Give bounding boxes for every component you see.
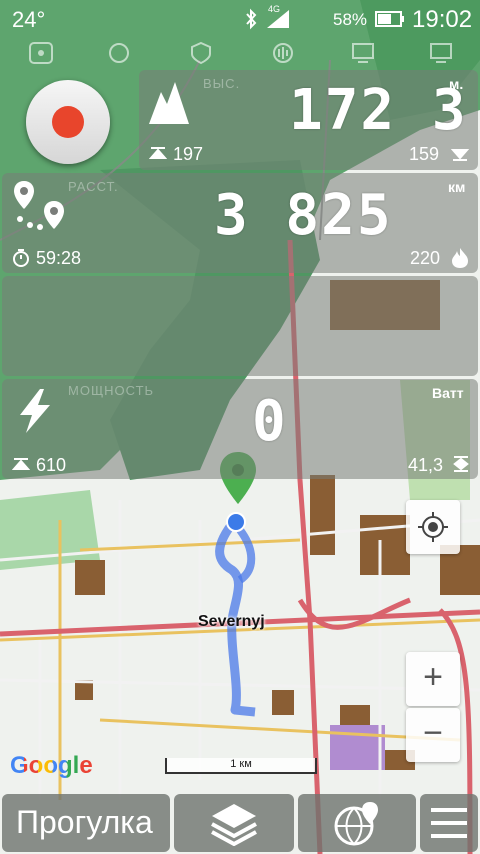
zoom-in-label: + <box>423 658 443 696</box>
power-max: 610 <box>36 455 67 475</box>
google-logo-text: Google <box>10 752 93 779</box>
activity-label: Прогулка <box>16 804 153 840</box>
monitor-alt-icon[interactable] <box>426 40 456 66</box>
signal-icon <box>267 10 289 28</box>
altitude-panel[interactable]: ВЫС. 172 3 м. 197 159 <box>139 70 478 170</box>
current-location-dot <box>226 512 246 532</box>
altitude-value: 172 3 <box>289 78 468 143</box>
scale-label: 1 км <box>230 758 252 770</box>
record-dot <box>52 106 84 138</box>
altitude-min: 197 <box>173 144 204 164</box>
calories: 220 <box>410 248 441 268</box>
power-avg: 41,3 <box>408 455 444 475</box>
altitude-max: 159 <box>409 144 440 164</box>
temperature: 24° <box>12 7 46 32</box>
record-button[interactable] <box>26 80 110 164</box>
zoom-in-button[interactable]: + <box>406 652 460 706</box>
battery-icon <box>375 11 404 27</box>
duration: 59:28 <box>36 248 82 268</box>
altitude-unit: м. <box>449 76 464 92</box>
descent-icon <box>451 149 469 161</box>
distance-value: 3 825 <box>214 183 393 248</box>
bluetooth-icon <box>246 8 257 30</box>
power-value: 0 <box>252 389 288 454</box>
power-label: МОЩНОСТЬ <box>68 383 155 398</box>
route-points-icon <box>14 181 64 230</box>
clock: 19:02 <box>412 6 473 33</box>
distance-unit: км <box>448 179 466 195</box>
scale-bar: 1 км <box>165 758 317 774</box>
power-panel[interactable]: МОЩНОСТЬ 0 Ватт 610 41,3 <box>2 379 478 479</box>
audio-icon[interactable] <box>268 40 298 66</box>
google-attribution: Google <box>10 752 93 780</box>
empty-panel[interactable] <box>2 276 478 376</box>
globe-icon[interactable] <box>104 40 134 66</box>
locate-button[interactable] <box>406 500 460 554</box>
zoom-out-button[interactable]: − <box>406 708 460 762</box>
max-icon <box>12 458 30 470</box>
timer-icon <box>13 249 29 267</box>
globe-pin-icon <box>334 802 378 846</box>
distance-panel[interactable]: РАССТ. 3 825 км 59:28 220 <box>2 173 478 273</box>
power-unit: Ватт <box>432 385 464 401</box>
crosshair-icon <box>418 512 448 542</box>
battery-percent: 58% <box>333 10 368 29</box>
place-label: Severnyj <box>198 613 265 630</box>
altitude-label: ВЫС. <box>203 76 241 91</box>
status-bar: 24° 4G 58% 19:02 <box>0 0 480 36</box>
map-marker-icon[interactable] <box>26 40 56 66</box>
layers-button[interactable] <box>174 794 294 852</box>
shield-icon[interactable] <box>186 40 216 66</box>
menu-button[interactable] <box>420 794 478 852</box>
mountain-icon <box>149 82 189 124</box>
monitor-icon[interactable] <box>348 40 378 66</box>
flame-icon <box>452 248 468 268</box>
globe-pin-button[interactable] <box>298 794 416 852</box>
distance-label: РАССТ. <box>68 179 119 194</box>
lightning-icon <box>20 389 50 433</box>
activity-button[interactable]: Прогулка <box>2 794 170 852</box>
ascent-icon <box>149 147 167 159</box>
menu-icon <box>431 808 467 838</box>
zoom-out-label: − <box>423 714 443 752</box>
average-icon <box>453 456 469 472</box>
layers-icon <box>211 804 257 846</box>
